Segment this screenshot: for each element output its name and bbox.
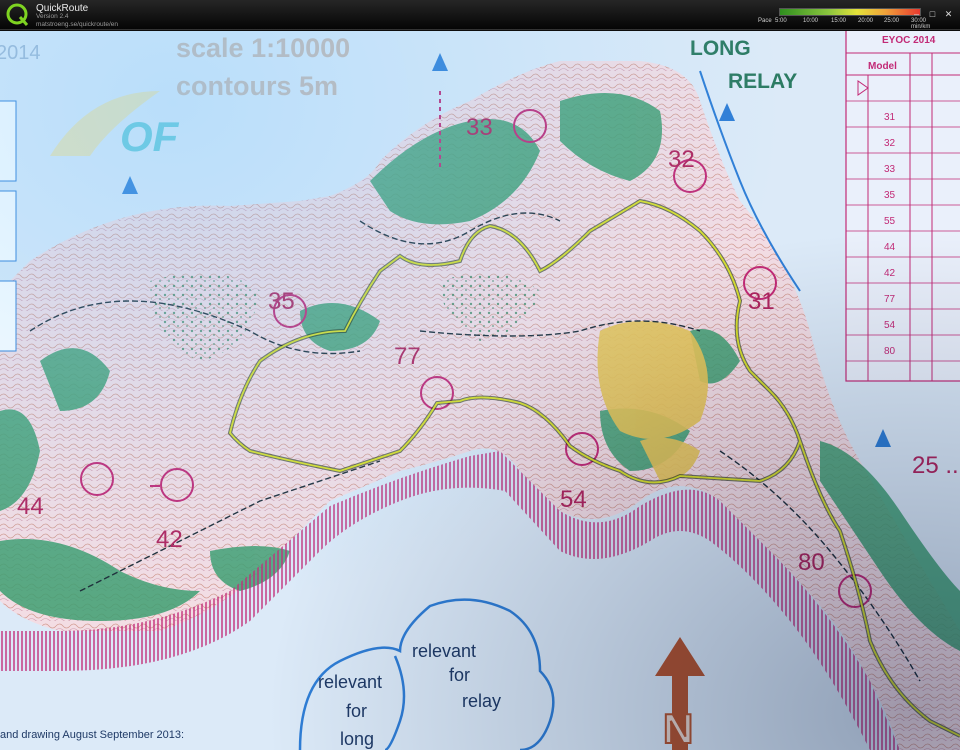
control-description-table	[845, 31, 960, 382]
control-number: 77	[394, 343, 421, 370]
long-label-line1: relevant	[318, 672, 382, 692]
event-title-relay: RELAY	[728, 70, 797, 93]
table-row: 31	[884, 112, 896, 123]
table-header-title: EYOC 2014	[882, 35, 936, 46]
pace-tick: 25:00	[884, 18, 900, 24]
control-number: 33	[466, 114, 493, 141]
app-version: Version 2.4	[36, 13, 69, 20]
pace-tick: 5:00	[775, 18, 787, 24]
pace-tick: 15:00	[831, 18, 847, 24]
table-row: 32	[884, 138, 896, 149]
table-row: 44	[884, 242, 896, 253]
footer-credit: and drawing August September 2013:	[0, 729, 184, 741]
minimize-icon[interactable]: –	[912, 10, 921, 19]
pace-tick: 30:00 min/km	[911, 18, 931, 30]
pace-color-scale	[779, 8, 921, 16]
relay-label-line3: relay	[462, 691, 501, 711]
maximize-icon[interactable]: □	[928, 10, 937, 19]
map-viewport[interactable]: OF 2014 scale 1:10000 contours 5m LONG R…	[0, 31, 960, 750]
quickroute-logo-icon	[6, 3, 29, 26]
control-number: 32	[668, 146, 695, 173]
control-number: 25 ...	[912, 452, 960, 479]
long-label-line2: for	[346, 701, 367, 721]
north-letter: N	[663, 705, 693, 750]
event-title-long: LONG	[690, 37, 751, 60]
control-number: 54	[560, 486, 587, 513]
scale-text: scale 1:10000	[176, 33, 350, 63]
app-url[interactable]: matstroeng.se/quickroute/en	[36, 21, 118, 28]
table-row: 77	[884, 294, 896, 305]
table-row: 54	[884, 320, 896, 331]
table-row: 55	[884, 216, 896, 227]
left-legend-boxes	[0, 100, 17, 352]
orienteering-map[interactable]: OF 2014 scale 1:10000 contours 5m LONG R…	[0, 31, 960, 750]
table-column-header: Model	[868, 61, 897, 72]
control-number: 42	[156, 526, 183, 553]
pace-tick: 20:00	[858, 18, 874, 24]
control-number: 35	[268, 288, 295, 315]
pace-legend-label: Pace	[758, 18, 772, 24]
table-row: 80	[884, 346, 896, 357]
pace-tick: 10:00	[803, 18, 819, 24]
table-row: 35	[884, 190, 896, 201]
control-number: 44	[17, 493, 44, 520]
pace-tick-labels: 5:00 10:00 15:00 20:00 25:00 30:00 min/k…	[775, 18, 939, 30]
control-number: 31	[748, 288, 775, 315]
contours-text: contours 5m	[176, 71, 338, 101]
relay-label-line1: relevant	[412, 641, 476, 661]
control-number: 80	[798, 549, 825, 576]
table-row: 33	[884, 164, 896, 175]
title-bar: QuickRoute Version 2.4 matstroeng.se/qui…	[0, 0, 960, 30]
logo-text: OF	[120, 113, 180, 160]
long-label-line3: long	[340, 729, 374, 749]
year-fragment: 2014	[0, 42, 41, 64]
table-row: 42	[884, 268, 896, 279]
relay-label-line2: for	[449, 665, 470, 685]
close-icon[interactable]: ✕	[944, 10, 953, 19]
